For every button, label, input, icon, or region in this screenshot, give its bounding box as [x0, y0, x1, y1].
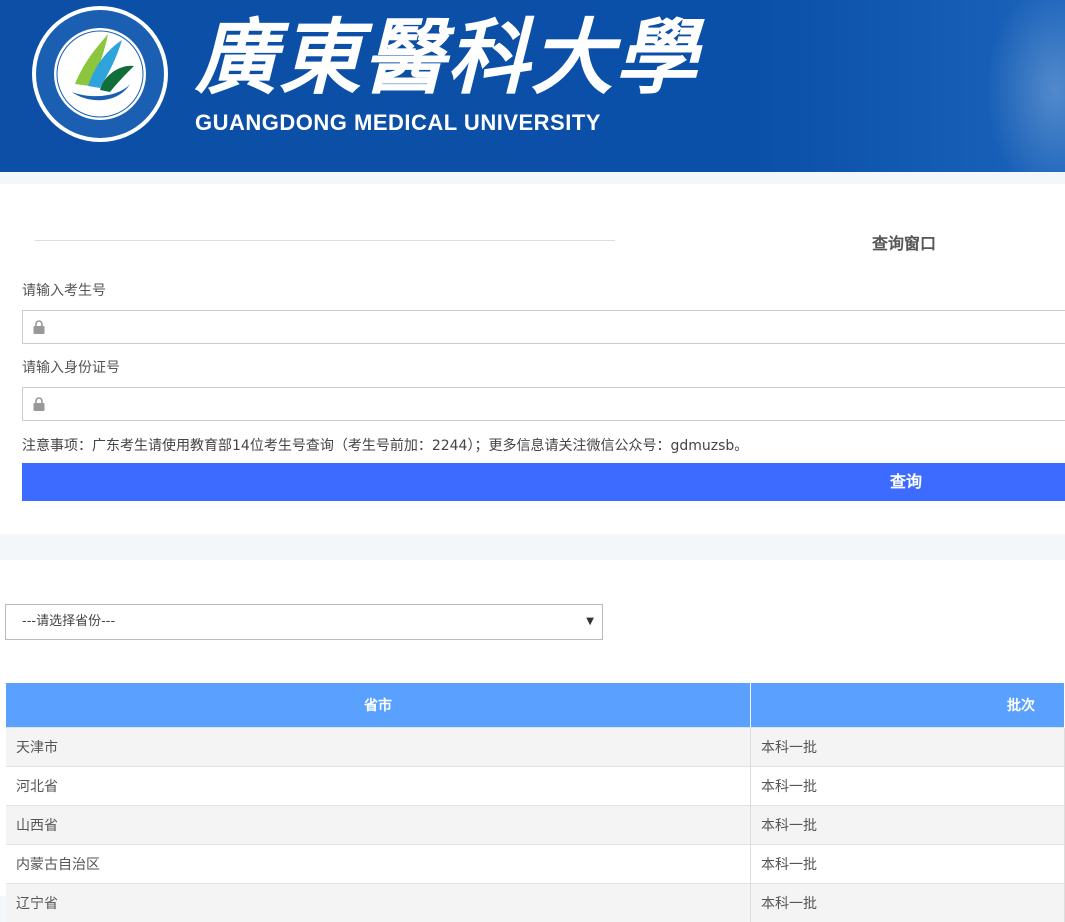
cell-province: 辽宁省	[6, 884, 751, 922]
lock-icon	[33, 320, 45, 334]
province-select[interactable]: ---请选择省份--- ▼	[5, 604, 603, 640]
dropdown-caret-icon: ▼	[586, 605, 594, 639]
cell-province: 天津市	[6, 728, 751, 767]
query-button-label: 查询	[890, 463, 922, 501]
exam-number-label: 请输入考生号	[22, 280, 106, 300]
panel-title: 查询窗口	[872, 230, 936, 254]
cell-batch: 本科一批	[751, 884, 1065, 922]
exam-number-input[interactable]	[57, 311, 1065, 343]
table-row: 辽宁省 本科一批	[6, 884, 1065, 922]
banner-glow	[985, 0, 1065, 172]
exam-number-field[interactable]	[22, 310, 1065, 344]
cell-batch: 本科一批	[751, 728, 1065, 767]
table-header-row: 省市 批次	[6, 683, 1065, 728]
lock-icon	[33, 397, 45, 411]
logo-english-name: GUANGDONG MEDICAL UNIVERSITY	[195, 110, 699, 136]
id-number-field[interactable]	[22, 387, 1065, 421]
table-row: 天津市 本科一批	[6, 728, 1065, 767]
id-number-input[interactable]	[57, 388, 1065, 420]
university-seal-logo	[30, 4, 170, 144]
site-banner: 廣東醫科大學 GUANGDONG MEDICAL UNIVERSITY	[0, 0, 1065, 172]
query-panel: 查询窗口 请输入考生号 请输入身份证号 注意事项：广东考生请使用教育部14位考生…	[0, 184, 1065, 534]
cell-batch: 本科一批	[751, 767, 1065, 806]
logo-chinese-name: 廣東醫科大學	[195, 8, 699, 108]
id-number-label: 请输入身份证号	[22, 357, 120, 377]
results-section: ---请选择省份--- ▼ 省市 批次 天津市 本科一批 河北省 本科一批 山西…	[0, 560, 1065, 896]
cell-province: 山西省	[6, 806, 751, 845]
cell-province: 内蒙古自治区	[6, 845, 751, 884]
cell-batch: 本科一批	[751, 845, 1065, 884]
divider	[35, 240, 615, 241]
notice-text: 注意事项：广东考生请使用教育部14位考生号查询（考生号前加：2244）；更多信息…	[22, 435, 748, 455]
province-select-value: ---请选择省份---	[22, 614, 115, 629]
table-row: 山西省 本科一批	[6, 806, 1065, 845]
table-row: 河北省 本科一批	[6, 767, 1065, 806]
logo-wordmark: 廣東醫科大學 GUANGDONG MEDICAL UNIVERSITY	[195, 8, 699, 136]
table-row: 内蒙古自治区 本科一批	[6, 845, 1065, 884]
cell-province: 河北省	[6, 767, 751, 806]
cell-batch: 本科一批	[751, 806, 1065, 845]
column-header-batch: 批次	[751, 683, 1065, 728]
admission-table: 省市 批次 天津市 本科一批 河北省 本科一批 山西省 本科一批 内蒙古自治区 …	[6, 683, 1065, 922]
query-button[interactable]: 查询	[22, 463, 1065, 501]
column-header-province: 省市	[6, 683, 751, 728]
